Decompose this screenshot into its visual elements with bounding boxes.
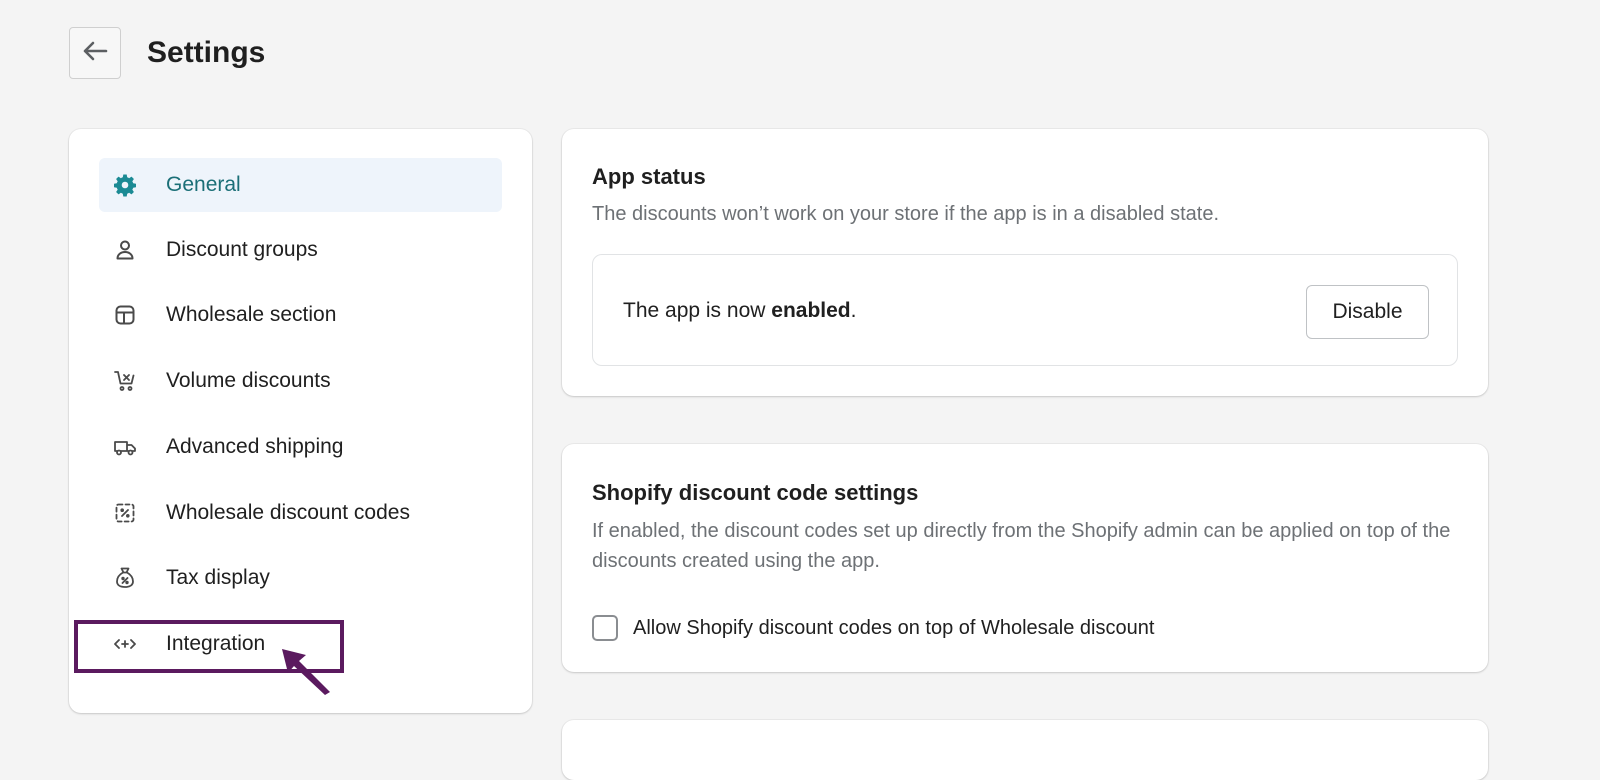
- app-status-title: App status: [592, 164, 706, 189]
- allow-discount-codes-row[interactable]: Allow Shopify discount codes on top of W…: [592, 615, 1154, 641]
- sidebar-item-label: Advanced shipping: [166, 435, 344, 458]
- status-suffix: .: [850, 299, 857, 322]
- app-status-card: App status The discounts won’t work on y…: [562, 129, 1488, 396]
- app-status-description: The discounts won’t work on your store i…: [592, 203, 1220, 225]
- discount-settings-card: Shopify discount code settings If enable…: [562, 444, 1488, 672]
- sidebar-item-label: Tax display: [166, 566, 270, 589]
- arrow-left-icon: [82, 40, 108, 67]
- page-title: Settings: [147, 36, 266, 69]
- layout-icon: [113, 303, 137, 327]
- discount-code-icon: [113, 501, 137, 525]
- discount-settings-title: Shopify discount code settings: [592, 480, 919, 505]
- sidebar-item-label: Discount groups: [166, 238, 318, 261]
- truck-icon: [113, 435, 137, 459]
- annotation-arrow-icon: [278, 645, 334, 702]
- checkbox-label: Allow Shopify discount codes on top of W…: [633, 617, 1155, 639]
- app-status-text: The app is now enabled.: [623, 298, 856, 324]
- allow-discount-codes-checkbox[interactable]: [592, 615, 618, 641]
- sidebar-item-tax-display[interactable]: Tax display: [99, 551, 502, 605]
- money-bag-icon: [113, 566, 137, 590]
- sidebar-item-advanced-shipping[interactable]: Advanced shipping: [99, 420, 502, 474]
- code-arrows-icon: [113, 632, 137, 656]
- sidebar-item-label: Integration: [166, 632, 266, 655]
- back-button[interactable]: [69, 27, 121, 79]
- sidebar-item-discount-groups[interactable]: Discount groups: [99, 223, 502, 277]
- sidebar-item-general[interactable]: General: [99, 158, 502, 212]
- status-prefix: The app is now: [623, 299, 772, 322]
- settings-sidebar: General Discount groups Wholesale sectio…: [69, 129, 532, 713]
- cart-icon: [113, 369, 137, 393]
- app-status-box: The app is now enabled. Disable: [592, 254, 1458, 366]
- person-icon: [113, 238, 137, 262]
- sidebar-item-label: Volume discounts: [166, 369, 331, 392]
- status-value: enabled: [771, 299, 851, 322]
- gear-icon: [113, 173, 137, 197]
- sidebar-item-label: Wholesale discount codes: [166, 501, 410, 524]
- sidebar-item-wholesale-discount-codes[interactable]: Wholesale discount codes: [99, 486, 502, 540]
- sidebar-item-volume-discounts[interactable]: Volume discounts: [99, 354, 502, 408]
- sidebar-item-label: Wholesale section: [166, 303, 337, 326]
- next-settings-card: [562, 720, 1488, 780]
- discount-settings-description: If enabled, the discount codes set up di…: [592, 520, 1451, 572]
- sidebar-item-wholesale-section[interactable]: Wholesale section: [99, 288, 502, 342]
- disable-button[interactable]: Disable: [1306, 285, 1429, 339]
- sidebar-item-label: General: [166, 173, 241, 196]
